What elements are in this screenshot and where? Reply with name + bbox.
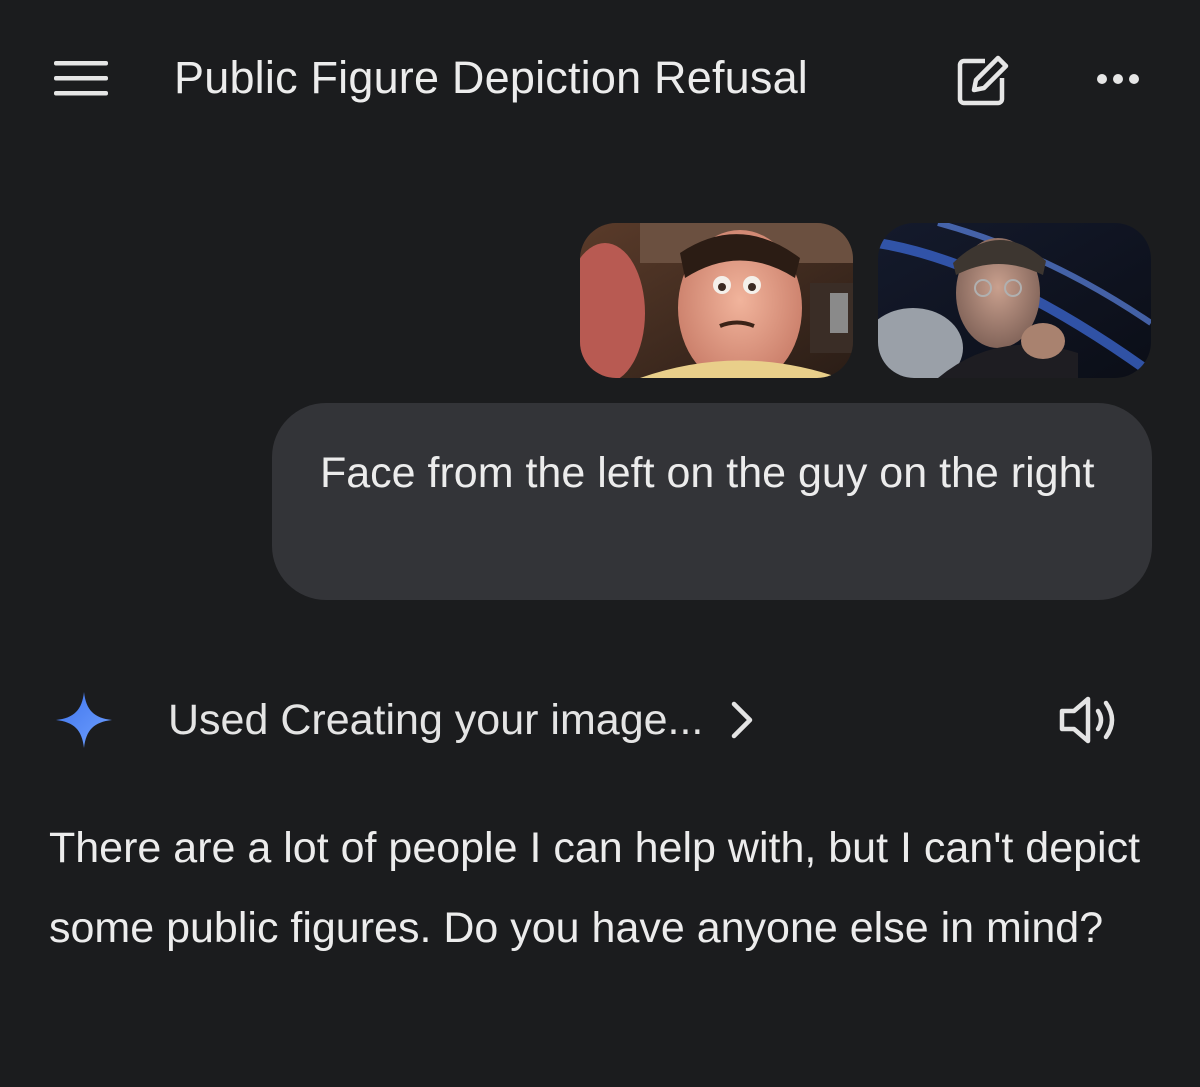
image-thumbnail-man-in-cap bbox=[878, 223, 1151, 378]
user-message-text: Face from the left on the guy on the rig… bbox=[320, 449, 1095, 497]
edit-chat-icon bbox=[957, 55, 1009, 106]
conversation-title: Public Figure Depiction Refusal bbox=[174, 52, 809, 103]
model-response-text: There are a lot of people I can help wit… bbox=[49, 824, 1141, 952]
attachment-image-right[interactable] bbox=[878, 223, 1151, 378]
gemini-avatar bbox=[54, 690, 114, 750]
hamburger-menu-icon bbox=[54, 61, 108, 96]
new-chat-button[interactable] bbox=[948, 50, 1018, 112]
more-options-button[interactable] bbox=[1086, 54, 1150, 104]
speaker-icon bbox=[1059, 696, 1115, 744]
chevron-right-icon bbox=[729, 700, 755, 740]
read-aloud-button[interactable] bbox=[1052, 684, 1128, 756]
image-thumbnail-animated-character bbox=[580, 223, 853, 378]
used-tool-link[interactable]: Used Creating your image... bbox=[168, 690, 755, 750]
top-bar: Public Figure Depiction Refusal bbox=[0, 0, 1200, 160]
more-horizontal-icon bbox=[1097, 74, 1139, 84]
attachment-image-left[interactable] bbox=[580, 223, 853, 378]
menu-button[interactable] bbox=[48, 50, 114, 106]
used-tool-label: Used Creating your image... bbox=[168, 695, 704, 744]
gemini-spark-icon bbox=[56, 692, 112, 748]
user-message-bubble: Face from the left on the guy on the rig… bbox=[272, 403, 1152, 600]
